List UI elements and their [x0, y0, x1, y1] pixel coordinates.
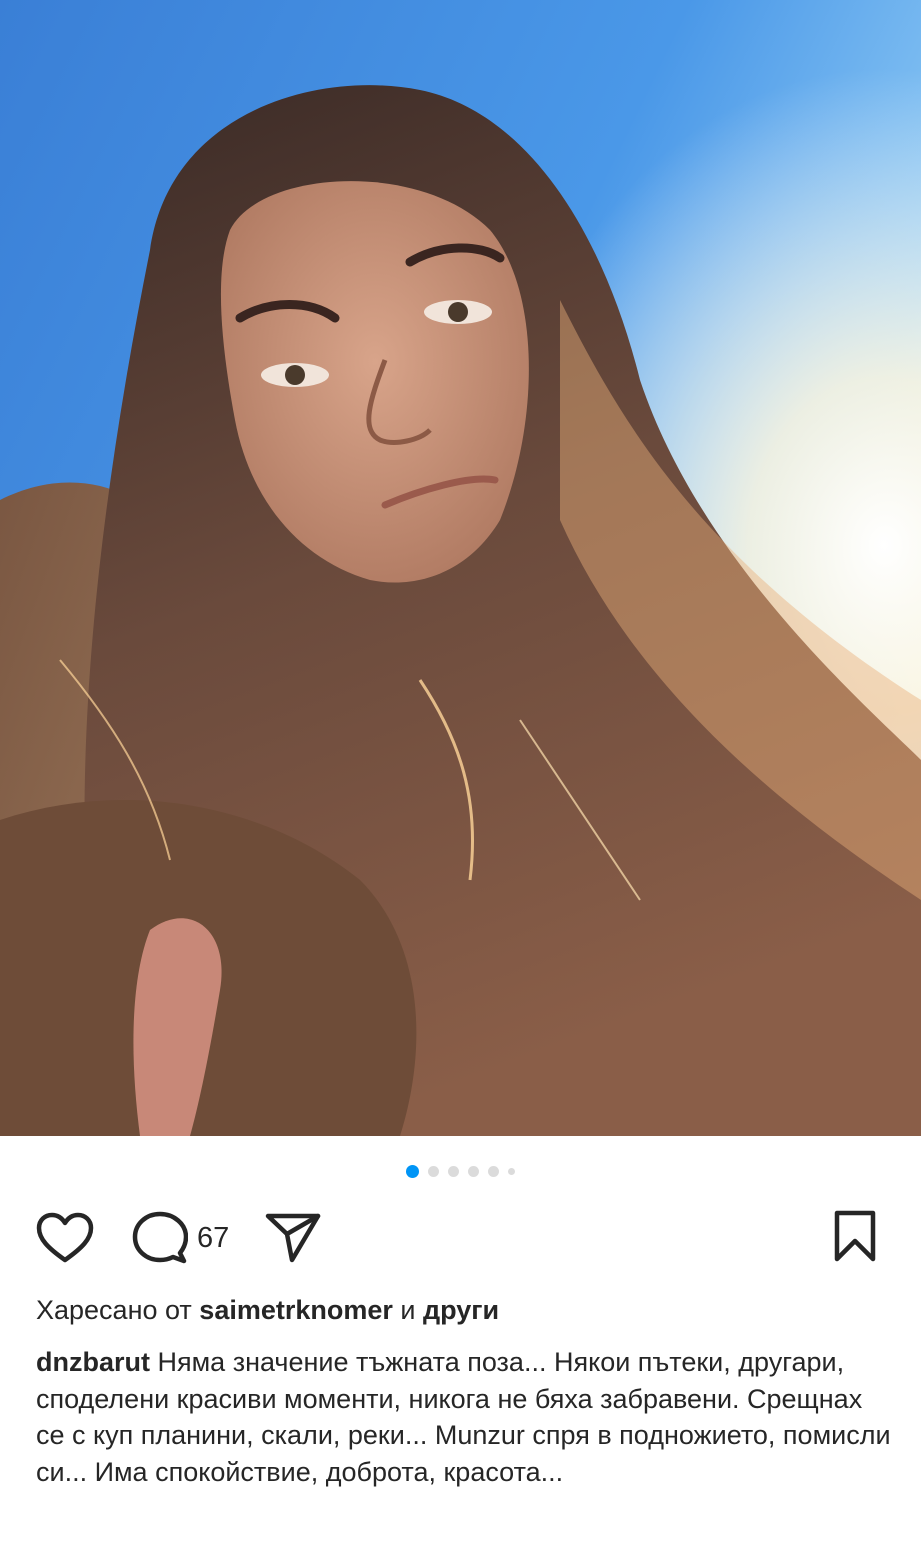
- post-photo[interactable]: [0, 0, 921, 1136]
- carousel-dot: [508, 1167, 515, 1175]
- likes-others-link[interactable]: други: [423, 1295, 499, 1325]
- likes-prefix: Харесано от: [36, 1295, 200, 1325]
- post-actions-bar: 67: [0, 1208, 921, 1268]
- like-button[interactable]: [36, 1212, 94, 1264]
- carousel-indicator: [0, 1163, 921, 1179]
- liker-username[interactable]: saimetrknomer: [199, 1295, 393, 1325]
- heart-outline-icon: [36, 1212, 94, 1263]
- likes-summary: Харесано от saimetrknomer и други: [36, 1292, 499, 1328]
- paper-plane-icon: [265, 1213, 321, 1263]
- caption-username[interactable]: dnzbarut: [36, 1347, 150, 1377]
- bookmark-outline-icon: [834, 1210, 876, 1262]
- comment-bubble-icon: [132, 1211, 188, 1264]
- share-button[interactable]: [265, 1212, 321, 1264]
- selfie-photo: [0, 0, 921, 1136]
- carousel-dot: [428, 1165, 439, 1177]
- comment-count: 67: [197, 1222, 230, 1254]
- carousel-dot-active: [406, 1164, 419, 1178]
- caption-text: Няма значение тъжната поза... Някои пъте…: [36, 1347, 891, 1487]
- save-button[interactable]: [832, 1209, 878, 1263]
- carousel-dot: [448, 1165, 459, 1177]
- post-caption: dnzbarut Няма значение тъжната поза... Н…: [36, 1344, 896, 1490]
- likes-conjunction: и: [392, 1295, 423, 1325]
- carousel-dot: [488, 1165, 499, 1177]
- carousel-dot: [468, 1165, 479, 1177]
- comment-button[interactable]: [132, 1211, 188, 1265]
